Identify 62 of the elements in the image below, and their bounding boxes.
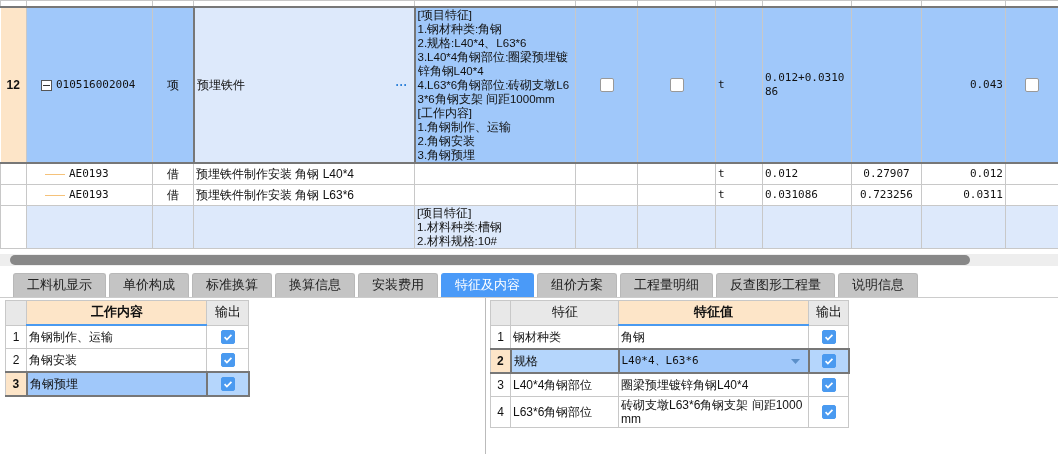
table-cell: 0.012 bbox=[921, 163, 1006, 185]
row-number: 3 bbox=[5, 372, 27, 396]
collapse-icon[interactable] bbox=[41, 79, 52, 91]
tab[interactable]: 安装费用 bbox=[358, 273, 438, 297]
checkbox[interactable] bbox=[821, 405, 836, 420]
checkbox[interactable] bbox=[821, 378, 836, 393]
checkbox[interactable] bbox=[599, 78, 614, 93]
code-text: AE0193 bbox=[69, 167, 109, 181]
row-number: 3 bbox=[490, 373, 511, 397]
feature-description: [项目特征] 1.材料种类:槽钢 2.材料规格:10# bbox=[414, 205, 576, 249]
feature-description: [项目特征] 1.钢材种类:角钢 2.规格:L40*4、L63*6 3.L40*4角钢部位:圈梁预埋镀锌角钢L40*4 4.L63*6角钢部位:砖砌支墩L63*6角钢支架 间距1000mm [工作内容] 1.角钢制作、运输 2.角钢安装 3.角钢预埋 bbox=[414, 7, 576, 163]
table-cell[interactable]: 角钢预埋 bbox=[26, 372, 207, 396]
table-cell: t bbox=[715, 184, 763, 206]
code-text: 010516002004 bbox=[56, 78, 136, 92]
tab[interactable]: 反查图形工程量 bbox=[716, 273, 835, 297]
table-cell: 0.031086 bbox=[762, 184, 852, 206]
item-name: 预埋铁件 bbox=[196, 78, 245, 92]
table-cell[interactable]: 圈梁预埋镀锌角钢L40*4 bbox=[618, 373, 809, 397]
table-cell: 0.27907 bbox=[851, 163, 922, 185]
code-text: AE0193 bbox=[69, 188, 109, 202]
row-number: 4 bbox=[490, 396, 511, 428]
table-cell: 借 bbox=[152, 163, 194, 185]
table-cell: t bbox=[715, 7, 763, 163]
table-cell: 项 bbox=[152, 7, 194, 163]
column-header: 输出 bbox=[206, 300, 249, 325]
item-name: 预埋铁件制作安装 角钢 L40*4 bbox=[196, 167, 355, 181]
tab[interactable]: 换算信息 bbox=[275, 273, 355, 297]
checkbox[interactable] bbox=[1025, 78, 1039, 93]
table-cell: 借 bbox=[152, 184, 194, 206]
table-cell: t bbox=[715, 163, 763, 185]
table-cell: 0.012+0.031086 bbox=[762, 7, 852, 163]
horizontal-scrollbar[interactable] bbox=[0, 254, 1058, 266]
caret-icon[interactable] bbox=[790, 358, 800, 364]
table-cell: 0.0311 bbox=[921, 184, 1006, 206]
checkbox[interactable] bbox=[821, 330, 836, 345]
column-header: 特征 bbox=[510, 300, 619, 325]
table-cell[interactable]: 砖砌支墩L63*6角钢支架 间距1000mm bbox=[618, 396, 809, 428]
row-number: 1 bbox=[5, 325, 27, 349]
tab[interactable]: 组价方案 bbox=[537, 273, 617, 297]
row-number: 12 bbox=[0, 7, 27, 163]
checkbox[interactable] bbox=[220, 330, 235, 345]
checkbox[interactable] bbox=[220, 353, 235, 368]
checkbox[interactable] bbox=[821, 354, 836, 369]
column-header: 输出 bbox=[808, 300, 849, 325]
tab[interactable]: 工程量明细 bbox=[620, 273, 713, 297]
checkbox[interactable] bbox=[220, 377, 235, 392]
row-number: 2 bbox=[490, 349, 511, 373]
table-cell[interactable]: L63*6角钢部位 bbox=[510, 396, 619, 428]
checkbox[interactable] bbox=[669, 78, 684, 93]
tab[interactable]: 说明信息 bbox=[838, 273, 918, 297]
column-header: 特征值 bbox=[618, 300, 809, 325]
table-cell: 0.723256 bbox=[851, 184, 922, 206]
tab[interactable]: 标准换算 bbox=[192, 273, 272, 297]
tab[interactable]: 单价构成 bbox=[109, 273, 189, 297]
table-cell[interactable]: 角钢制作、运输 bbox=[26, 325, 207, 349]
table-cell: 0.012 bbox=[762, 163, 852, 185]
column-header: 工作内容 bbox=[26, 300, 207, 325]
table-cell[interactable]: 规格 bbox=[510, 349, 619, 373]
table-cell: 0.043 bbox=[921, 7, 1006, 163]
item-name: 预埋铁件制作安装 角钢 L63*6 bbox=[196, 188, 355, 202]
tab[interactable]: 工料机显示 bbox=[13, 273, 106, 297]
table-cell[interactable]: L40*4角钢部位 bbox=[510, 373, 619, 397]
